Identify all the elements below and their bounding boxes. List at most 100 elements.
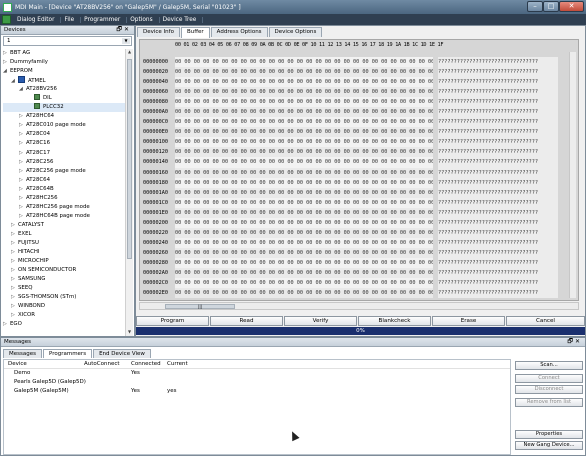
expand-icon[interactable]: ▷	[3, 320, 10, 329]
buffer-hex-row[interactable]: 00 00 00 00 00 00 00 00 00 00 00 00 00 0…	[175, 177, 433, 188]
menu-dialog-editor[interactable]: Dialog Editor	[14, 16, 62, 23]
tree-node[interactable]: ▷ AT28C04	[3, 130, 125, 139]
expand-icon[interactable]: ▷	[19, 121, 26, 130]
tree-node[interactable]: ▷ SAMSUNG	[3, 275, 125, 284]
tree-node[interactable]: ▷ AT28C010 page mode	[3, 121, 125, 130]
expand-icon[interactable]: ▷	[19, 130, 26, 139]
disconnect-button[interactable]: Disconnect	[515, 385, 583, 394]
remove-from-list-button[interactable]: Remove from list	[515, 398, 583, 407]
expand-icon[interactable]: ▷	[11, 230, 18, 239]
buffer-hex-row[interactable]: 00 00 00 00 00 00 00 00 00 00 00 00 00 0…	[175, 257, 433, 268]
tree-node[interactable]: ▷ EGO	[3, 320, 125, 329]
buffer-hex-row[interactable]: 00 00 00 00 00 00 00 00 00 00 00 00 00 0…	[175, 267, 433, 279]
buffer-ascii-row[interactable]: ????????????????????????????????	[438, 87, 558, 98]
buffer-hex-row[interactable]: 00 00 00 00 00 00 00 00 00 00 00 00 00 0…	[175, 117, 433, 128]
tree-node[interactable]: ◢ ATMEL	[3, 76, 125, 85]
buffer-ascii-row[interactable]: ????????????????????????????????	[438, 97, 558, 108]
menu-file[interactable]: File	[61, 16, 82, 23]
buffer-hex-row[interactable]: 00 00 00 00 00 00 00 00 00 00 00 00 00 0…	[175, 237, 433, 248]
panel-float-close-icons[interactable]: 🗗✕	[116, 26, 131, 34]
buffer-hex-row[interactable]: 00 00 00 00 00 00 00 00 00 00 00 00 00 0…	[175, 207, 433, 218]
column-autoconnect[interactable]: AutoConnect	[84, 360, 131, 368]
tree-node[interactable]: ▷ AT28C16	[3, 139, 125, 148]
expand-icon[interactable]: ▷	[11, 266, 18, 275]
tree-node[interactable]: ◢ EEPROM	[3, 67, 125, 76]
scroll-thumb[interactable]	[127, 59, 132, 259]
tree-node[interactable]: ▷ AT28C256	[3, 158, 125, 167]
expand-icon[interactable]: ▷	[11, 293, 18, 302]
tree-node[interactable]: DIL	[3, 94, 125, 103]
column-current[interactable]: Current	[167, 360, 227, 368]
minimize-button[interactable]: –	[527, 1, 543, 12]
buffer-hex-row[interactable]: 00 00 00 00 00 00 00 00 00 00 00 00 00 0…	[175, 278, 433, 289]
tree-node[interactable]: ▷ SEEQ	[3, 284, 125, 293]
buffer-hex-row[interactable]: 00 00 00 00 00 00 00 00 00 00 00 00 00 0…	[175, 57, 433, 68]
tree-node[interactable]: ▷ AT28HC64	[3, 112, 125, 121]
blankcheck-button[interactable]: Blankcheck	[358, 316, 431, 326]
expand-icon[interactable]: ▷	[11, 221, 18, 230]
buffer-ascii-row[interactable]: ????????????????????????????????	[438, 247, 558, 258]
tree-node[interactable]: ▷ AT28HC256 page mode	[3, 203, 125, 212]
expand-icon[interactable]: ▷	[11, 275, 18, 284]
expand-icon[interactable]: ▷	[11, 239, 18, 248]
tree-node[interactable]: ▷ AT28C64	[3, 176, 125, 185]
tab-end-device-view[interactable]: End Device View	[93, 349, 151, 358]
buffer-ascii-row[interactable]: ????????????????????????????????	[438, 137, 558, 148]
buffer-ascii-row[interactable]: ????????????????????????????????	[438, 217, 558, 228]
buffer-ascii-row[interactable]: ????????????????????????????????	[438, 147, 558, 158]
expand-icon[interactable]: ▷	[19, 194, 26, 203]
expand-icon[interactable]: ▷	[19, 139, 26, 148]
expand-icon[interactable]: ▷	[11, 284, 18, 293]
buffer-ascii-row[interactable]: ????????????????????????????????	[438, 57, 558, 68]
expand-icon[interactable]: ▷	[19, 158, 26, 167]
tree-node[interactable]: ▷ Dummyfamily	[3, 58, 125, 67]
expand-icon[interactable]: ▷	[19, 185, 26, 194]
menu-device-tree[interactable]: Device Tree	[160, 16, 204, 23]
buffer-hex-row[interactable]: 00 00 00 00 00 00 00 00 00 00 00 00 00 0…	[175, 127, 433, 138]
scan-button[interactable]: Scan...	[515, 361, 583, 370]
tree-node[interactable]: ▷ AT28C64B	[3, 185, 125, 194]
buffer-ascii-row[interactable]: ????????????????????????????????	[438, 127, 558, 138]
buffer-hex-row[interactable]: 00 00 00 00 00 00 00 00 00 00 00 00 00 0…	[175, 227, 433, 238]
tree-node[interactable]: ◢ AT28BV256	[3, 85, 125, 94]
buffer-hex-row[interactable]: 00 00 00 00 00 00 00 00 00 00 00 00 00 0…	[175, 107, 433, 118]
tree-node[interactable]: ▷ SGS-THOMSON (STm)	[3, 293, 125, 302]
device-filter-combo[interactable]: 1 ▼	[3, 36, 132, 46]
tree-node[interactable]: ▷ EXEL	[3, 230, 125, 239]
buffer-hex-row[interactable]: 00 00 00 00 00 00 00 00 00 00 00 00 00 0…	[175, 157, 433, 168]
expand-icon[interactable]: ▷	[19, 149, 26, 158]
expand-icon[interactable]: ▷	[19, 112, 26, 121]
tree-node[interactable]: ▷ XICOR	[3, 311, 125, 320]
buffer-ascii-row[interactable]: ????????????????????????????????	[438, 187, 558, 198]
buffer-hex-grid[interactable]: 00 01 02 03 04 05 06 07 08 09 0A 0B 0C 0…	[139, 39, 579, 301]
buffer-ascii-row[interactable]: ????????????????????????????????	[438, 67, 558, 78]
expand-icon[interactable]: ▷	[19, 176, 26, 185]
buffer-ascii-row[interactable]: ????????????????????????????????	[438, 197, 558, 208]
expand-icon[interactable]: ▷	[11, 248, 18, 257]
expand-icon[interactable]: ▷	[11, 311, 18, 320]
program-button[interactable]: Program	[136, 316, 209, 326]
buffer-ascii-row[interactable]: ????????????????????????????????	[438, 77, 558, 88]
buffer-ascii-row[interactable]: ????????????????????????????????	[438, 267, 558, 279]
menu-programmer[interactable]: Programmer	[81, 16, 128, 23]
buffer-hex-row[interactable]: 00 00 00 00 00 00 00 00 00 00 00 00 00 0…	[175, 187, 433, 198]
buffer-horizontal-scrollbar[interactable]: |||	[139, 302, 579, 310]
tab-programmers[interactable]: Programmers	[42, 349, 93, 358]
app-menu-icon[interactable]	[2, 15, 11, 24]
connect-button[interactable]: Connect	[515, 374, 583, 383]
erase-button[interactable]: Erase	[432, 316, 505, 326]
buffer-hex-row[interactable]: 00 00 00 00 00 00 00 00 00 00 00 00 00 0…	[175, 87, 433, 98]
buffer-hex-row[interactable]: 00 00 00 00 00 00 00 00 00 00 00 00 00 0…	[175, 137, 433, 148]
tree-node[interactable]: ▷ FUJITSU	[3, 239, 125, 248]
buffer-ascii-row[interactable]: ????????????????????????????????	[438, 237, 558, 248]
buffer-ascii-column[interactable]: ????????????????????????????????????????…	[438, 57, 558, 299]
column-device[interactable]: Device	[4, 360, 84, 368]
scroll-up-icon[interactable]: ▲	[126, 49, 133, 56]
verify-button[interactable]: Verify	[284, 316, 357, 326]
buffer-hex-row[interactable]: 00 00 00 00 00 00 00 00 00 00 00 00 00 0…	[175, 247, 433, 258]
buffer-ascii-row[interactable]: ????????????????????????????????	[438, 177, 558, 188]
properties-button[interactable]: Properties	[515, 430, 583, 439]
buffer-hex-row[interactable]: 00 00 00 00 00 00 00 00 00 00 00 00 00 0…	[175, 197, 433, 208]
tab-device-options[interactable]: Device Options	[268, 27, 323, 37]
tree-node[interactable]: ▷ AT28HC64B page mode	[3, 212, 125, 221]
